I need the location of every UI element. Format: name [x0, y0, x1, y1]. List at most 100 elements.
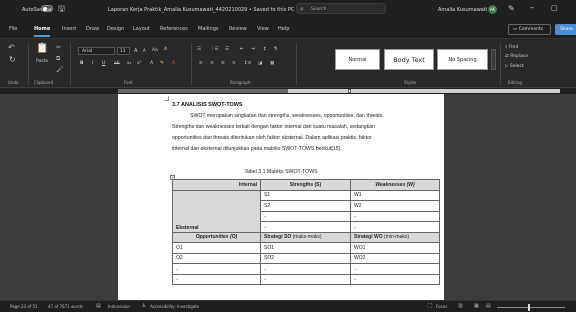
share-button[interactable]: Share: [555, 24, 576, 35]
borders-icon[interactable]: ▦: [270, 61, 274, 66]
word-count[interactable]: 47 of 7671 words: [48, 304, 83, 309]
table-cell[interactable]: ..: [350, 273, 440, 285]
table-cell[interactable]: ..: [350, 221, 440, 233]
italic-icon[interactable]: I: [92, 61, 93, 66]
align-left-icon[interactable]: ≡: [199, 61, 203, 66]
table-cell[interactable]: ..: [260, 221, 351, 233]
style-normal[interactable]: Normal: [335, 49, 380, 70]
tab-home[interactable]: Home: [34, 26, 50, 32]
align-center-icon[interactable]: ≡: [210, 61, 214, 66]
line-spacing-icon[interactable]: ↕≡: [244, 61, 252, 66]
save-icon[interactable]: 🖫: [58, 4, 68, 13]
find-button[interactable]: ⌕ Find: [505, 44, 518, 50]
indent-marker[interactable]: [348, 89, 351, 93]
table-cell[interactable]: S2: [260, 200, 351, 212]
table-cell[interactable]: ..: [260, 263, 351, 275]
table-cell[interactable]: ..: [350, 210, 440, 222]
style-no-spacing[interactable]: No Spacing: [437, 49, 488, 70]
subscript-icon[interactable]: x₂: [127, 61, 131, 66]
tab-view[interactable]: View: [257, 26, 269, 32]
grow-font-icon[interactable]: A: [134, 48, 137, 54]
shading-icon[interactable]: ◪: [258, 61, 262, 66]
tab-insert[interactable]: Insert: [62, 26, 76, 32]
highlight-icon[interactable]: ✎: [160, 61, 164, 66]
undo-icon[interactable]: ↶: [8, 43, 15, 52]
document-title[interactable]: Laporan Kerja Praktik_Amalia Kusumawati_…: [108, 7, 300, 13]
read-mode-icon[interactable]: ▥: [458, 303, 463, 309]
superscript-icon[interactable]: x²: [137, 61, 141, 66]
select-button[interactable]: ▷ Select: [505, 64, 524, 69]
avatar[interactable]: AK: [488, 5, 497, 14]
zoom-slider-thumb[interactable]: [528, 304, 530, 311]
maximize-icon[interactable]: ▢: [551, 4, 558, 12]
shrink-font-icon[interactable]: A: [143, 48, 146, 53]
paste-icon[interactable]: 📋: [36, 43, 48, 54]
increase-indent-icon[interactable]: ⇥: [251, 47, 255, 52]
tab-mailings[interactable]: Mailings: [198, 26, 219, 32]
table-cell[interactable]: W1: [350, 189, 440, 201]
cut-icon[interactable]: ✂: [56, 44, 61, 51]
strikethrough-icon[interactable]: ab: [114, 61, 120, 66]
redo-icon[interactable]: ↻: [9, 55, 16, 64]
focus-label[interactable]: Focus: [436, 304, 447, 309]
document-area[interactable]: 3.7 ANALISIS SWOT-TOWS SWOT merupakan si…: [0, 94, 576, 300]
web-layout-icon[interactable]: ▤: [486, 303, 491, 309]
multilevel-list-icon[interactable]: ☰: [225, 47, 229, 52]
align-right-icon[interactable]: ≡: [221, 61, 225, 66]
accessibility-icon[interactable]: ♿: [142, 303, 146, 309]
tab-references[interactable]: References: [160, 26, 188, 32]
table-cell[interactable]: ..: [260, 273, 351, 285]
font-name-select[interactable]: Arial: [78, 47, 115, 55]
tab-review[interactable]: Review: [229, 26, 247, 32]
table-cell[interactable]: WO2: [350, 252, 440, 264]
format-painter-icon[interactable]: 🖌: [56, 66, 64, 73]
tab-design[interactable]: Design: [107, 26, 124, 32]
clear-format-icon[interactable]: A̷: [164, 47, 167, 52]
table-cell[interactable]: S1: [260, 189, 351, 201]
language[interactable]: Indonesian: [108, 304, 130, 309]
table-cell[interactable]: O2: [172, 252, 261, 264]
font-color-icon[interactable]: A: [172, 61, 175, 66]
tab-layout[interactable]: Layout: [133, 26, 150, 32]
print-layout-icon[interactable]: ▦: [474, 303, 479, 309]
table-cell[interactable]: SO2: [260, 252, 351, 264]
font-size-select[interactable]: 11: [117, 47, 130, 55]
minimize-icon[interactable]: –: [530, 3, 534, 12]
underline-icon[interactable]: U: [102, 61, 105, 66]
decrease-indent-icon[interactable]: ⇤: [240, 47, 244, 52]
table-cell[interactable]: W2: [350, 200, 440, 212]
comments-button[interactable]: ▭ Comments: [508, 24, 551, 35]
table-cell[interactable]: WO1: [350, 242, 440, 254]
table-cell[interactable]: ..: [172, 273, 261, 285]
justify-icon[interactable]: ≡: [232, 61, 236, 66]
focus-icon[interactable]: ⛶: [428, 303, 432, 309]
change-case-icon[interactable]: Aa: [152, 48, 158, 53]
table-cell[interactable]: ..: [260, 210, 351, 222]
accessibility-status[interactable]: Accessibility: Investigate: [150, 304, 199, 309]
table-cell[interactable]: ..: [172, 263, 261, 275]
zoom-slider[interactable]: [497, 307, 565, 308]
copy-icon[interactable]: ⧉: [56, 55, 60, 63]
paste-label[interactable]: Paste: [36, 59, 48, 64]
numbering-icon[interactable]: ⋮☰: [210, 47, 219, 52]
show-marks-icon[interactable]: ¶: [274, 47, 277, 52]
table-cell[interactable]: O1: [172, 242, 261, 254]
swot-table[interactable]: Internal Strengths (S) Weaknesses (W) Ek…: [172, 179, 440, 285]
sort-icon[interactable]: ↕: [263, 47, 267, 52]
bold-icon[interactable]: B: [80, 61, 83, 66]
tab-file[interactable]: File: [9, 26, 17, 32]
document-page[interactable]: 3.7 ANALISIS SWOT-TOWS SWOT merupakan si…: [118, 94, 444, 300]
search-box[interactable]: ⌕ Search: [296, 3, 386, 14]
replace-button[interactable]: ⇄ Replace: [505, 54, 528, 59]
user-name[interactable]: Amalia Kusumawati: [438, 7, 487, 13]
table-cell[interactable]: SO1: [260, 242, 351, 254]
proofing-icon[interactable]: ▤: [96, 303, 101, 309]
text-effects-icon[interactable]: A: [150, 61, 153, 66]
tab-help[interactable]: Help: [278, 26, 289, 32]
page-count[interactable]: Page 23 of 51: [10, 304, 38, 309]
tab-draw[interactable]: Draw: [86, 26, 99, 32]
style-body-text[interactable]: Body Text: [384, 49, 434, 70]
bullets-icon[interactable]: ☰: [197, 47, 201, 52]
table-cell[interactable]: ..: [350, 263, 440, 275]
styles-more-button[interactable]: [491, 49, 496, 70]
